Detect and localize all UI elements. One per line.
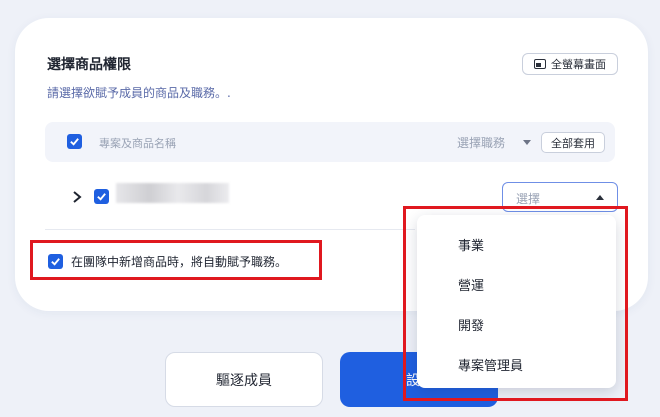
- chevron-right-icon[interactable]: [70, 190, 84, 204]
- highlight-box-auto-assign: [30, 240, 322, 280]
- kick-member-button[interactable]: 驅逐成員: [165, 352, 323, 407]
- column-header-name: 專案及商品名稱: [99, 137, 176, 150]
- fullscreen-icon: [534, 59, 546, 69]
- column-header-role[interactable]: 選擇職務: [457, 134, 505, 151]
- fullscreen-button[interactable]: 全螢幕畫面: [522, 53, 618, 75]
- role-select-placeholder: 選擇: [516, 192, 541, 206]
- caret-down-icon[interactable]: [523, 140, 531, 145]
- apply-all-button[interactable]: 全部套用: [541, 132, 605, 153]
- product-row-checkbox[interactable]: [94, 189, 109, 204]
- check-icon: [70, 138, 79, 146]
- redacted-product-name: [116, 183, 229, 203]
- fullscreen-label: 全螢幕畫面: [551, 58, 606, 71]
- highlight-box-dropdown: [403, 206, 628, 401]
- panel-title: 選擇商品權限: [47, 57, 131, 73]
- divider: [45, 229, 415, 230]
- check-icon: [97, 193, 106, 201]
- select-all-checkbox[interactable]: [67, 134, 82, 149]
- panel-subtitle: 請選擇欲賦予成員的商品及職務。.: [47, 86, 231, 100]
- caret-up-icon: [596, 195, 604, 200]
